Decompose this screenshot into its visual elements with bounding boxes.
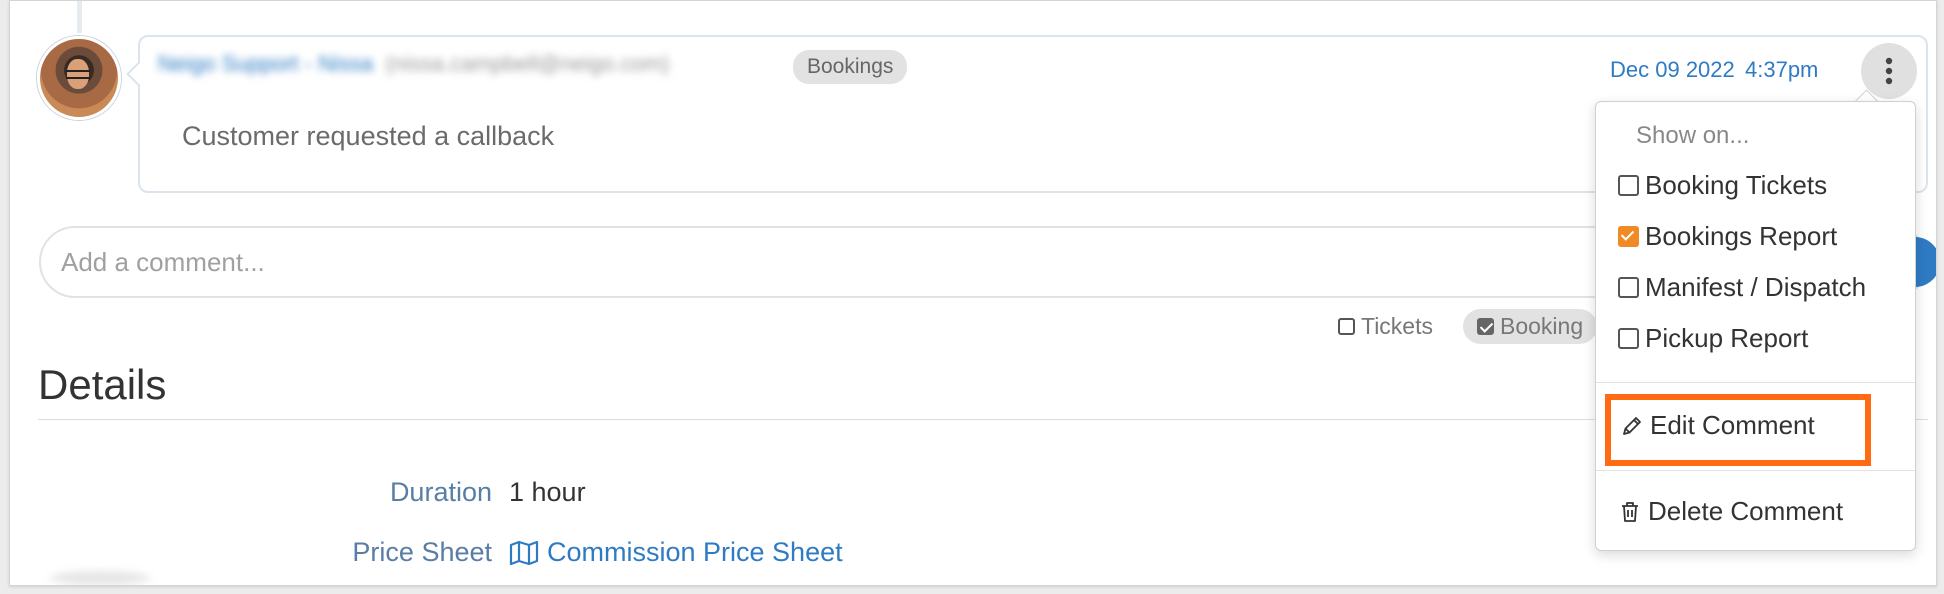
menu-item-label: Pickup Report: [1645, 323, 1809, 353]
duration-label: Duration: [389, 477, 492, 507]
edit-comment-button[interactable]: Edit Comment: [1620, 410, 1815, 441]
author-name[interactable]: Neigo Support - Nissa: [158, 51, 373, 76]
comment-options-button[interactable]: [1861, 43, 1917, 99]
page-frame: Neigo Support - Nissa (nissa.campbell@ne…: [9, 0, 1937, 586]
composer-option-bookings[interactable]: Booking: [1463, 309, 1598, 344]
tickets-checkbox[interactable]: [1338, 318, 1355, 335]
booking-tickets-checkbox[interactable]: [1618, 175, 1639, 196]
manifest-dispatch-checkbox[interactable]: [1618, 277, 1639, 298]
menu-divider: [1596, 382, 1915, 383]
menu-divider: [1596, 470, 1915, 471]
pencil-icon: [1623, 416, 1641, 435]
edit-comment-label: Edit Comment: [1650, 410, 1815, 440]
vertical-ellipsis-icon: [1885, 57, 1893, 85]
menu-header: Show on...: [1636, 122, 1750, 149]
pickup-report-checkbox[interactable]: [1618, 328, 1639, 349]
comment-time: 4:37pm: [1745, 57, 1819, 82]
comment-text: Customer requested a callback: [182, 121, 555, 151]
bookings-checkbox[interactable]: [1477, 318, 1494, 335]
avatar-glasses: [66, 70, 90, 79]
comment-options-menu: Show on... Booking Tickets Bookings Repo…: [1595, 101, 1916, 551]
bookings-label: Booking: [1500, 313, 1584, 339]
delete-comment-label: Delete Comment: [1648, 496, 1844, 526]
timeline-line: [77, 1, 82, 33]
author-email: (nissa.campbell@neigo.com): [385, 51, 670, 76]
partial-element: [50, 571, 150, 585]
delete-comment-button[interactable]: Delete Comment: [1618, 496, 1843, 527]
menu-item-label: Booking Tickets: [1645, 170, 1828, 200]
tickets-label: Tickets: [1361, 313, 1433, 339]
duration-value: 1 hour: [509, 477, 586, 507]
price-sheet-label: Price Sheet: [352, 537, 492, 567]
price-sheet-link-text[interactable]: Commission Price Sheet: [547, 537, 843, 568]
menu-item-booking-tickets[interactable]: Booking Tickets: [1618, 170, 1827, 201]
comment-author[interactable]: Neigo Support - Nissa (nissa.campbell@ne…: [158, 51, 669, 77]
menu-item-pickup-report[interactable]: Pickup Report: [1618, 323, 1808, 354]
details-heading: Details: [38, 361, 167, 408]
menu-item-bookings-report[interactable]: Bookings Report: [1618, 221, 1837, 252]
trash-icon: [1622, 501, 1638, 522]
menu-item-label: Manifest / Dispatch: [1645, 272, 1867, 302]
map-icon: [509, 540, 539, 565]
composer-option-tickets[interactable]: Tickets: [1338, 313, 1433, 340]
category-badge: Bookings: [793, 50, 908, 84]
menu-item-label: Bookings Report: [1645, 221, 1838, 251]
bookings-report-checkbox[interactable]: [1618, 226, 1639, 247]
avatar: [37, 36, 121, 120]
price-sheet-link[interactable]: Commission Price Sheet: [509, 537, 843, 568]
comment-date: Dec 09 2022: [1610, 57, 1735, 82]
menu-item-manifest-dispatch[interactable]: Manifest / Dispatch: [1618, 272, 1866, 303]
